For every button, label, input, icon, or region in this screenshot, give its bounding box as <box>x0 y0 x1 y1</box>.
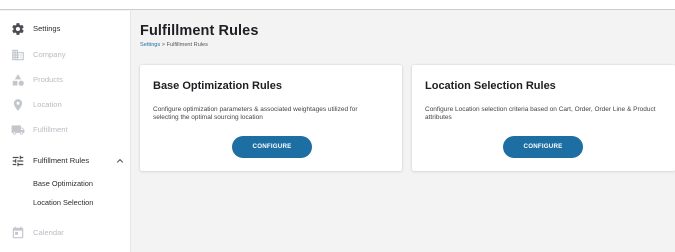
calendar-icon <box>11 226 25 240</box>
sidebar-item-company[interactable]: Company <box>0 44 131 66</box>
breadcrumb-current: Fulfillment Rules <box>166 42 208 48</box>
location-pin-icon <box>11 98 25 112</box>
sidebar-item-label: Company <box>33 50 66 59</box>
gear-icon <box>11 22 25 36</box>
sidebar-item-label: Calendar <box>33 228 64 237</box>
card-title: Location Selection Rules <box>425 80 556 92</box>
sidebar-item-products[interactable]: Products <box>0 69 131 91</box>
page-title: Fulfillment Rules <box>140 23 259 39</box>
sidebar-item-settings[interactable]: Settings <box>0 18 131 40</box>
sidebar-item-fulfillment-rules[interactable]: Fulfillment Rules <box>0 150 131 172</box>
breadcrumb: Settings > Fulfillment Rules <box>140 42 208 48</box>
location-selection-card: Location Selection Rules Configure Locat… <box>412 65 675 171</box>
sidebar-item-label: Fulfillment <box>33 125 68 134</box>
card-description: Configure Location selection criteria ba… <box>425 106 656 122</box>
sliders-icon <box>11 154 25 168</box>
sidebar-subitem-base-optimization[interactable]: Base Optimization <box>33 176 93 192</box>
configure-base-optimization-button[interactable]: CONFIGURE <box>232 136 312 158</box>
breadcrumb-link-settings[interactable]: Settings <box>140 42 160 48</box>
base-optimization-card: Base Optimization Rules Configure optimi… <box>140 65 402 171</box>
sidebar-item-label: Products <box>33 75 63 84</box>
main-content: Fulfillment Rules Settings > Fulfillment… <box>131 11 675 252</box>
sidebar-item-calendar[interactable]: Calendar <box>0 222 131 244</box>
configure-location-selection-button[interactable]: CONFIGURE <box>503 136 583 158</box>
sidebar-item-label: Fulfillment Rules <box>33 156 90 165</box>
card-description: Configure optimization parameters & asso… <box>153 106 358 122</box>
sidebar-item-label: Location <box>33 100 62 109</box>
sidebar-item-label: Settings <box>33 24 61 33</box>
products-icon <box>11 73 25 87</box>
sidebar: Settings Company Products Location Fulfi… <box>0 11 131 252</box>
company-icon <box>11 48 25 62</box>
sidebar-item-fulfillment[interactable]: Fulfillment <box>0 119 131 141</box>
top-bar <box>0 0 675 10</box>
chevron-up-icon <box>116 158 124 163</box>
card-title: Base Optimization Rules <box>153 80 282 92</box>
sidebar-subitem-location-selection[interactable]: Location Selection <box>33 195 93 211</box>
sidebar-item-location[interactable]: Location <box>0 94 131 116</box>
truck-icon <box>11 123 25 137</box>
